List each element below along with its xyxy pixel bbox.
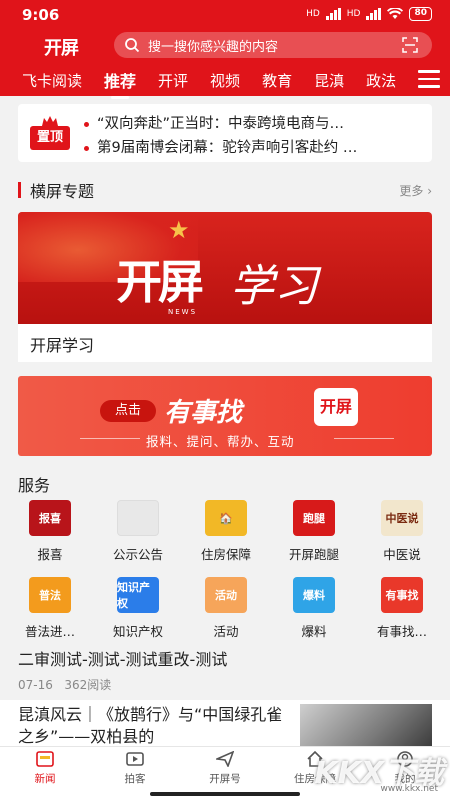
bullet-icon bbox=[84, 121, 89, 127]
article-title: 昆滇风云｜《放鹊行》与“中国绿孔雀之乡”——双柏县的 bbox=[18, 705, 283, 746]
channel-tabs: 飞卡阅读 推荐 开评 视频 教育 昆滇 政法 bbox=[0, 64, 450, 96]
service-label: 报喜 bbox=[37, 547, 63, 562]
service-item[interactable]: 🏠 住房保障 bbox=[182, 500, 270, 563]
ad-subtitle: 报料、提问、帮办、互动 bbox=[146, 434, 295, 449]
signal-icon-2 bbox=[366, 8, 382, 20]
service-label: 中医说 bbox=[383, 547, 421, 562]
housing-icon: 🏠 bbox=[205, 500, 247, 536]
service-item[interactable]: 跑腿 开屏跑腿 bbox=[270, 500, 358, 563]
status-icons: HD HD 80 bbox=[306, 7, 432, 21]
tab-zhengfa[interactable]: 政法 bbox=[355, 70, 407, 91]
divider bbox=[334, 438, 394, 439]
section-header: 横屏专题 更多 › bbox=[18, 178, 432, 202]
banner-news: NEWS bbox=[168, 308, 198, 316]
bullet-icon bbox=[84, 145, 89, 151]
pinned-item-text: 第9届南博会闭幕：驼铃声响引客赴约 … bbox=[97, 140, 358, 156]
star-icon: ★ bbox=[168, 216, 190, 244]
search-placeholder: 搜一搜你感兴趣的内容 bbox=[148, 39, 279, 55]
article-date: 07-16 bbox=[18, 678, 53, 692]
article-title[interactable]: 二审测试-测试-测试重改-测试 bbox=[18, 646, 227, 670]
ip-icon: 知识产权 bbox=[117, 577, 159, 613]
wifi-icon bbox=[387, 8, 404, 19]
service-item[interactable]: 报喜 报喜 bbox=[6, 500, 94, 563]
service-label: 公示公告 bbox=[112, 547, 163, 562]
tab-video[interactable]: 视频 bbox=[199, 70, 251, 91]
nav-label: 开屏号 bbox=[209, 773, 241, 785]
section-accent bbox=[18, 182, 21, 198]
medal-icon: 活动 bbox=[205, 577, 247, 613]
more-label: 更多 bbox=[399, 184, 424, 198]
ad-logo: 开屏 bbox=[314, 388, 358, 426]
service-label: 知识产权 bbox=[112, 624, 163, 639]
article-thumbnail bbox=[300, 704, 432, 748]
crown-icon bbox=[42, 116, 58, 126]
service-label: 爆料 bbox=[301, 624, 327, 639]
watermark-url: www.kkx.net bbox=[380, 784, 439, 794]
section-title: 横屏专题 bbox=[30, 182, 95, 201]
pinned-badge: 置顶 bbox=[28, 116, 72, 152]
law-icon: 普法 bbox=[29, 577, 71, 613]
mic-icon: 爆料 bbox=[293, 577, 335, 613]
banner-script: 学习 bbox=[230, 261, 318, 312]
more-link[interactable]: 更多 › bbox=[399, 182, 432, 199]
hamburger-menu-icon[interactable] bbox=[418, 70, 440, 90]
tcm-icon: 中医说 bbox=[381, 500, 423, 536]
tab-feika[interactable]: 飞卡阅读 bbox=[0, 70, 93, 91]
service-item[interactable]: 公示公告 bbox=[94, 500, 182, 563]
nav-label: 拍客 bbox=[124, 773, 146, 785]
divider bbox=[80, 438, 140, 439]
tab-education[interactable]: 教育 bbox=[251, 70, 303, 91]
news-icon bbox=[36, 751, 54, 767]
nav-news[interactable]: 新闻 bbox=[0, 747, 90, 800]
banner-logo: 开屏 bbox=[116, 255, 204, 309]
tab-recommend[interactable]: 推荐 bbox=[93, 68, 147, 92]
app-logo[interactable]: 开屏 bbox=[44, 34, 79, 60]
service-item[interactable]: 知识产权 知识产权 bbox=[94, 577, 182, 640]
service-item[interactable]: 普法普法进… bbox=[6, 577, 94, 640]
banner-caption[interactable]: 开屏学习 bbox=[18, 324, 432, 362]
article-card[interactable]: 昆滇风云｜《放鹊行》与“中国绿孔雀之乡”——双柏县的 bbox=[0, 700, 450, 748]
network-label-2: HD bbox=[346, 9, 361, 19]
tab-kaiping[interactable]: 开评 bbox=[147, 70, 199, 91]
service-item[interactable]: 活动 活动 bbox=[182, 577, 270, 640]
nav-label: 新闻 bbox=[34, 773, 56, 785]
status-bar: 9:06 HD HD 80 bbox=[0, 0, 450, 30]
help-icon: 有事找 bbox=[381, 577, 423, 613]
image-placeholder-icon bbox=[117, 500, 159, 536]
services-title: 服务 bbox=[18, 476, 51, 495]
pinned-item-text: “双向奔赴”正当时：中泰跨境电商与… bbox=[97, 116, 345, 132]
errand-icon: 跑腿 bbox=[293, 500, 335, 536]
topic-banner[interactable]: ★ 开屏 NEWS 学习 bbox=[18, 212, 432, 324]
send-icon bbox=[216, 751, 234, 767]
video-icon bbox=[126, 752, 144, 766]
article-meta: 07-16 362阅读 bbox=[18, 676, 111, 693]
pinned-item[interactable]: “双向奔赴”正当时：中泰跨境电商与… bbox=[84, 112, 424, 133]
service-item[interactable]: 有事找有事找… bbox=[358, 577, 446, 640]
help-ad-banner[interactable]: 点击 有事找 开屏 报料、提问、帮办、互动 bbox=[18, 376, 432, 456]
search-icon bbox=[125, 38, 140, 53]
service-label: 活动 bbox=[213, 624, 239, 639]
service-label: 普法进… bbox=[24, 624, 75, 639]
status-time: 9:06 bbox=[22, 6, 60, 24]
network-label-1: HD bbox=[306, 9, 320, 19]
service-label: 住房保障 bbox=[200, 547, 251, 562]
pinned-news-card: 置顶 “双向奔赴”正当时：中泰跨境电商与… 第9届南博会闭幕：驼铃声响引客赴约 … bbox=[18, 104, 432, 162]
service-label: 有事找… bbox=[376, 624, 427, 639]
service-label: 开屏跑腿 bbox=[288, 547, 339, 562]
search-input[interactable]: 搜一搜你感兴趣的内容 bbox=[114, 32, 432, 58]
signal-icon bbox=[325, 8, 341, 20]
article-reads: 362阅读 bbox=[64, 678, 112, 692]
ad-headline: 有事找 bbox=[164, 398, 243, 428]
ad-click-label: 点击 bbox=[100, 400, 156, 422]
pinned-item[interactable]: 第9届南博会闭幕：驼铃声响引客赴约 … bbox=[84, 136, 424, 157]
service-item[interactable]: 中医说 中医说 bbox=[358, 500, 446, 563]
home-indicator[interactable] bbox=[150, 792, 300, 796]
battery-icon: 80 bbox=[409, 7, 432, 21]
baoxi-icon: 报喜 bbox=[29, 500, 71, 536]
pinned-label: 置顶 bbox=[30, 126, 70, 150]
services-grid: 报喜 报喜 公示公告 🏠 住房保障 跑腿 开屏跑腿 中医说 中医说 普法 普法进… 知识产权 知识产权活… bbox=[6, 500, 446, 640]
tab-kundian[interactable]: 昆滇 bbox=[303, 70, 355, 91]
scan-icon[interactable] bbox=[402, 37, 418, 53]
service-item[interactable]: 爆料 爆料 bbox=[270, 577, 358, 640]
